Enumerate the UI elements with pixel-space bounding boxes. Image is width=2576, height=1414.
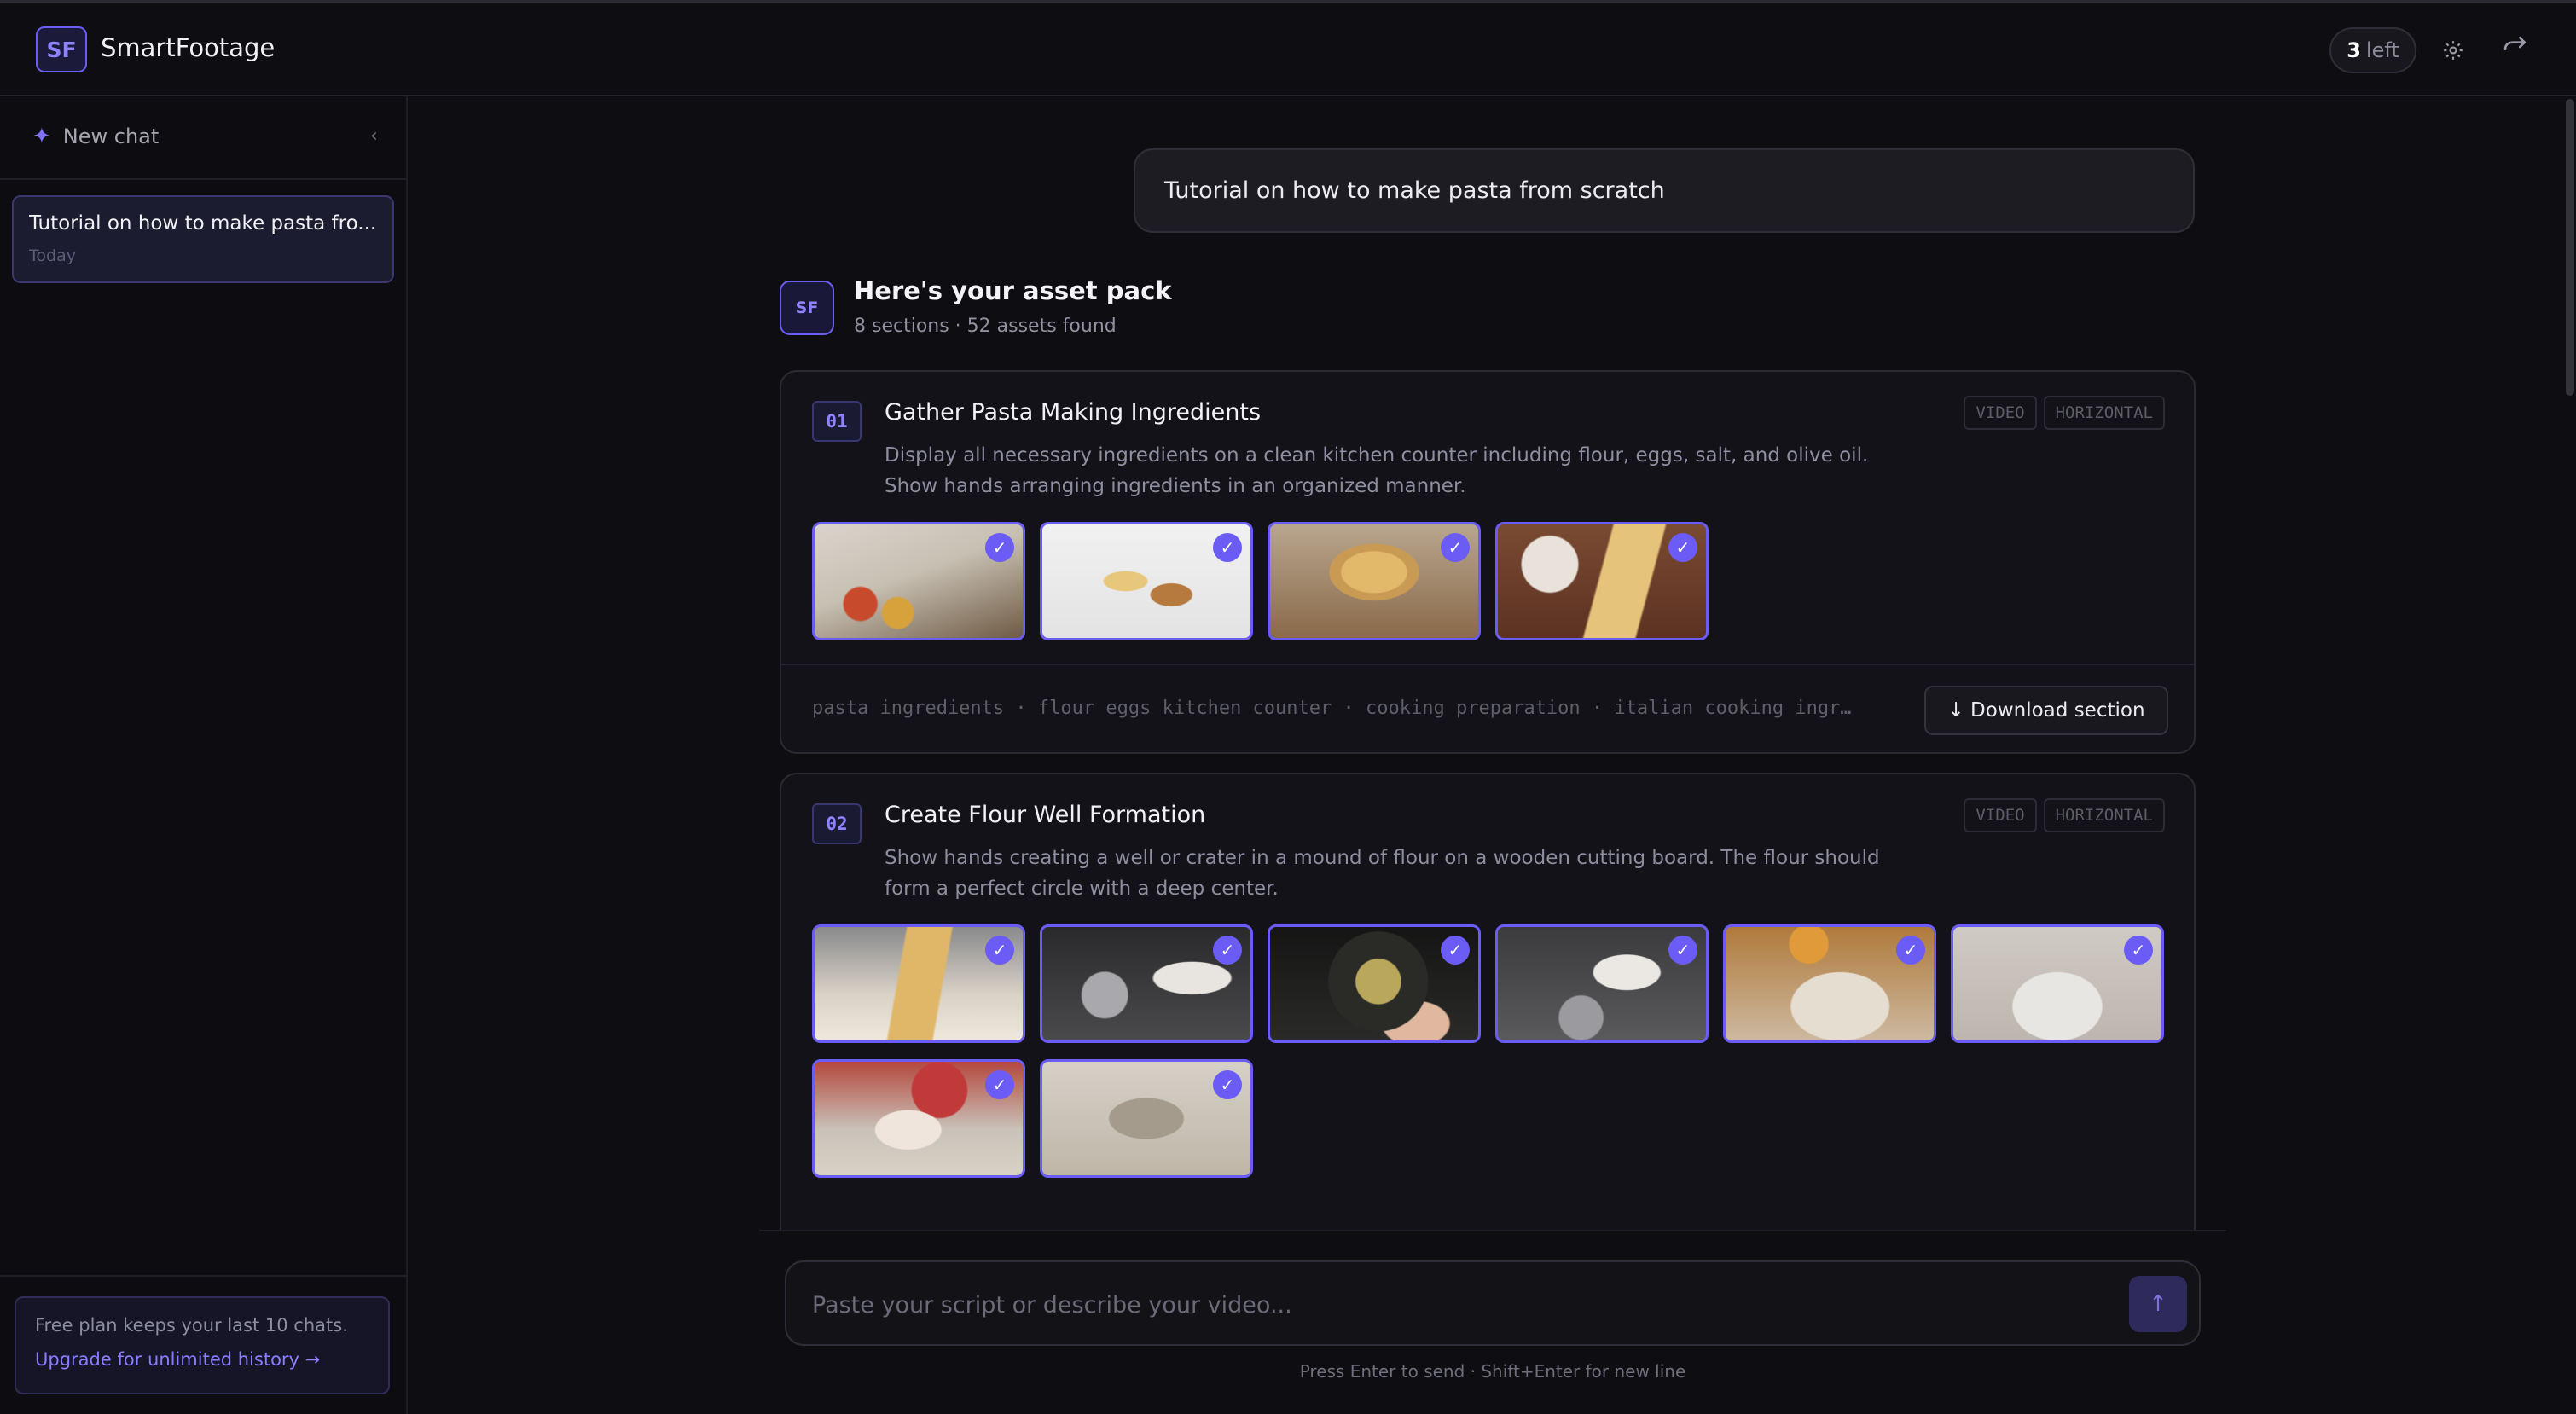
send-button[interactable]: ↑ [2129, 1276, 2187, 1332]
check-icon: ✓ [1213, 936, 1242, 965]
section-title: Create Flour Well Formation [885, 802, 1206, 828]
section-footer: pasta ingredients · flour eggs kitchen c… [781, 664, 2194, 752]
composer-hint: Press Enter to send · Shift+Enter for ne… [1299, 1361, 1686, 1382]
check-icon: ✓ [1441, 533, 1470, 562]
asset-thumbnail[interactable]: ✓ [1951, 924, 2164, 1043]
chevron-left-icon[interactable]: ‹ [370, 125, 378, 147]
asset-thumbnail[interactable]: ✓ [812, 522, 1025, 640]
new-chat-label: New chat [62, 125, 160, 148]
section-number: 01 [812, 401, 862, 442]
asset-thumbnail[interactable]: ✓ [1040, 924, 1253, 1043]
asset-thumbnail[interactable]: ✓ [1723, 924, 1936, 1043]
sidebar-divider [0, 1275, 406, 1277]
plan-notice: Free plan keeps your last 10 chats. Upgr… [15, 1296, 390, 1394]
prompt-input[interactable] [812, 1286, 2040, 1324]
tag-video: VIDEO [1964, 798, 2037, 832]
section-description: Show hands creating a well or crater in … [885, 847, 1880, 900]
upgrade-link[interactable]: Upgrade for unlimited history → [35, 1349, 369, 1370]
section-tags: VIDEO HORIZONTAL [1964, 798, 2165, 832]
user-message: Tutorial on how to make pasta from scrat… [1134, 148, 2195, 233]
gear-icon[interactable] [2436, 33, 2470, 67]
check-icon: ✓ [985, 533, 1014, 562]
logo-badge: SF [36, 26, 87, 72]
composer: ↑ [785, 1260, 2201, 1346]
sparkle-icon: ✦ [32, 124, 51, 149]
check-icon: ✓ [1668, 936, 1697, 965]
asset-thumbnail[interactable]: ✓ [1268, 924, 1481, 1043]
asset-section: 01 Gather Pasta Making Ingredients VIDEO… [780, 370, 2196, 754]
chat-history-item[interactable]: Tutorial on how to make pasta fro... Tod… [12, 195, 394, 283]
plan-notice-text: Free plan keeps your last 10 chats. [35, 1315, 348, 1336]
check-icon: ✓ [1213, 1070, 1242, 1099]
asset-thumbnail[interactable]: ✓ [812, 1059, 1025, 1178]
asset-section: 02 Create Flour Well Formation VIDEO HOR… [780, 773, 2196, 1250]
check-icon: ✓ [2124, 936, 2153, 965]
section-title: Gather Pasta Making Ingredients [885, 399, 1262, 426]
tag-video: VIDEO [1964, 396, 2037, 430]
asset-thumbnail[interactable]: ✓ [1040, 522, 1253, 640]
asset-pack-title: Here's your asset pack [854, 276, 1172, 305]
check-icon: ✓ [1441, 936, 1470, 965]
check-icon: ✓ [1213, 533, 1242, 562]
top-bar: SF SmartFootage 3 left [0, 0, 2576, 96]
composer-divider [759, 1230, 2226, 1231]
new-chat-button[interactable]: ✦ New chat [32, 124, 159, 149]
chat-date: Today [29, 246, 76, 265]
sidebar-divider [0, 178, 406, 180]
asset-thumbnail[interactable]: ✓ [1268, 522, 1481, 640]
quota-count: 3 [2347, 38, 2361, 62]
assistant-avatar: SF [780, 281, 834, 335]
check-icon: ✓ [1668, 533, 1697, 562]
quota-label: left [2365, 38, 2399, 62]
asset-thumbnail[interactable]: ✓ [1495, 924, 1709, 1043]
check-icon: ✓ [1896, 936, 1925, 965]
sidebar: ✦ New chat ‹ Tutorial on how to make pas… [0, 96, 408, 1414]
check-icon: ✓ [985, 936, 1014, 965]
section-number: 02 [812, 803, 862, 844]
asset-thumbnail[interactable]: ✓ [1495, 522, 1709, 640]
section-tags: VIDEO HORIZONTAL [1964, 396, 2165, 430]
section-description: Display all necessary ingredients on a c… [885, 444, 1869, 497]
tag-orientation: HORIZONTAL [2043, 798, 2165, 832]
chat-title: Tutorial on how to make pasta fro... [29, 212, 377, 235]
asset-pack-summary: 8 sections · 52 assets found [854, 316, 1117, 337]
app-name: SmartFootage [101, 33, 276, 62]
asset-thumbnail[interactable]: ✓ [812, 924, 1025, 1043]
quota-badge: 3 left [2329, 27, 2416, 73]
asset-thumbnail[interactable]: ✓ [1040, 1059, 1253, 1178]
download-section-button[interactable]: ↓ Download section [1924, 686, 2168, 735]
arrow-up-icon: ↑ [2149, 1291, 2167, 1317]
check-icon: ✓ [985, 1070, 1014, 1099]
logout-arrow-icon[interactable] [2498, 30, 2532, 64]
tag-orientation: HORIZONTAL [2043, 396, 2165, 430]
scrollbar-thumb[interactable] [2566, 99, 2574, 396]
section-keywords: pasta ingredients · flour eggs kitchen c… [812, 698, 1852, 719]
